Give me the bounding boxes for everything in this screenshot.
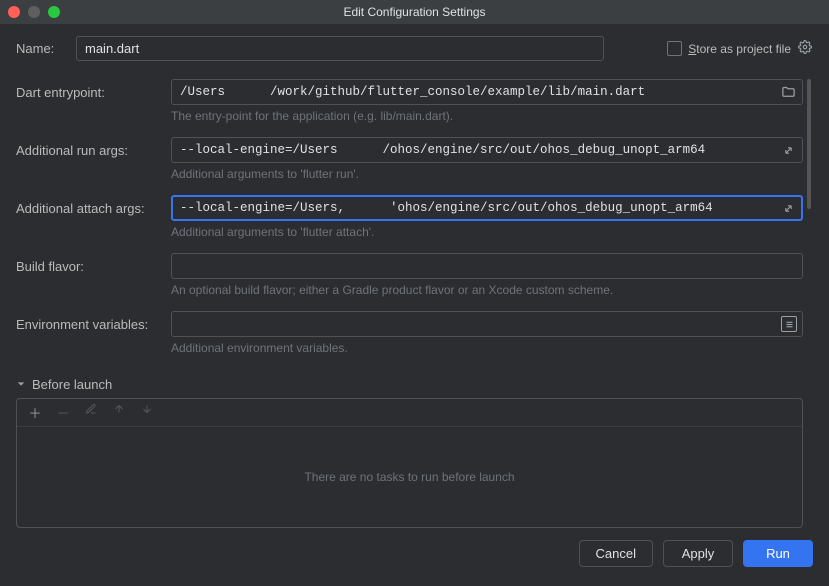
store-as-project-label[interactable]: Store as project file <box>688 42 791 56</box>
entrypoint-help: The entry-point for the application (e.g… <box>171 109 803 123</box>
titlebar: Edit Configuration Settings <box>0 0 829 24</box>
before-launch-empty: There are no tasks to run before launch <box>17 427 802 527</box>
remove-task-icon: － <box>55 403 71 422</box>
expand-icon[interactable] <box>779 199 797 217</box>
build-flavor-label: Build flavor: <box>16 259 171 274</box>
close-window-icon[interactable] <box>8 6 20 18</box>
before-launch-header[interactable]: Before launch <box>16 377 803 392</box>
folder-icon[interactable] <box>779 83 797 101</box>
run-args-help: Additional arguments to 'flutter run'. <box>171 167 803 181</box>
store-as-project-checkbox[interactable] <box>667 41 682 56</box>
move-up-icon <box>111 403 127 422</box>
attach-args-help: Additional arguments to 'flutter attach'… <box>171 225 803 239</box>
env-vars-help: Additional environment variables. <box>171 341 803 355</box>
maximize-window-icon[interactable] <box>48 6 60 18</box>
attach-args-input[interactable] <box>171 195 803 221</box>
expand-icon[interactable] <box>779 141 797 159</box>
before-launch-title: Before launch <box>32 377 112 392</box>
before-launch-panel: ＋ － There are no tasks to run before lau… <box>16 398 803 528</box>
minimize-window-icon[interactable] <box>28 6 40 18</box>
window-title: Edit Configuration Settings <box>0 5 829 19</box>
window-controls <box>8 6 60 18</box>
gear-icon[interactable] <box>797 40 813 57</box>
add-task-icon[interactable]: ＋ <box>27 403 43 422</box>
chevron-down-icon <box>16 377 26 392</box>
list-icon[interactable] <box>781 316 797 332</box>
name-label: Name: <box>16 41 76 56</box>
env-vars-label: Environment variables: <box>16 317 171 332</box>
run-args-input[interactable] <box>171 137 803 163</box>
apply-button[interactable]: Apply <box>663 540 733 567</box>
name-input[interactable] <box>76 36 604 61</box>
env-vars-input[interactable] <box>171 311 803 337</box>
scrollbar[interactable] <box>807 79 811 209</box>
build-flavor-help: An optional build flavor; either a Gradl… <box>171 283 803 297</box>
move-down-icon <box>139 403 155 422</box>
attach-args-label: Additional attach args: <box>16 201 171 216</box>
run-args-label: Additional run args: <box>16 143 171 158</box>
entrypoint-label: Dart entrypoint: <box>16 85 171 100</box>
edit-task-icon <box>83 403 99 422</box>
run-button[interactable]: Run <box>743 540 813 567</box>
entrypoint-input[interactable] <box>171 79 803 105</box>
build-flavor-input[interactable] <box>171 253 803 279</box>
cancel-button[interactable]: Cancel <box>579 540 653 567</box>
